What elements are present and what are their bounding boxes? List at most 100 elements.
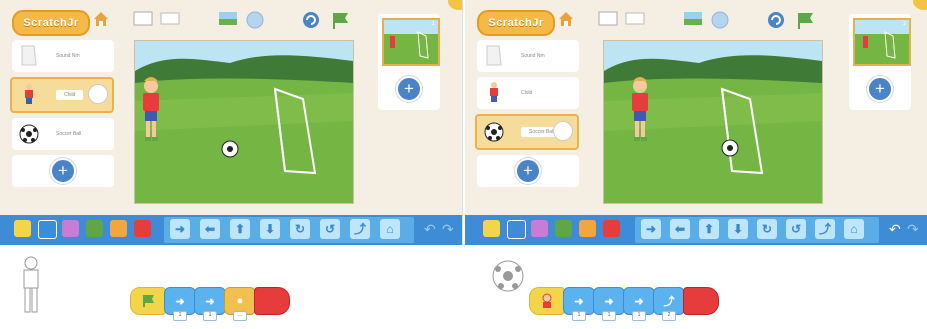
green-flag-icon[interactable] bbox=[330, 11, 350, 29]
motion-category[interactable] bbox=[507, 220, 526, 239]
sprite-item-child[interactable]: Child bbox=[477, 77, 579, 109]
end-category[interactable] bbox=[134, 220, 151, 237]
turn-right-block[interactable]: ↻ bbox=[757, 219, 777, 239]
soccer-ball bbox=[221, 140, 239, 158]
corner-tab[interactable] bbox=[913, 0, 927, 10]
stage[interactable] bbox=[134, 40, 354, 204]
move-right-block[interactable]: ➜ 1 bbox=[194, 287, 226, 321]
on-bump-block[interactable] bbox=[529, 287, 565, 315]
blank-sprite-icon bbox=[483, 45, 505, 67]
move-left-block[interactable]: ⬅ bbox=[200, 219, 220, 239]
move-left-block[interactable]: ⬅ bbox=[670, 219, 690, 239]
add-page-button[interactable]: + bbox=[396, 76, 422, 102]
grid-icon[interactable] bbox=[625, 11, 645, 26]
turn-left-block[interactable]: ↺ bbox=[786, 219, 806, 239]
end-category[interactable] bbox=[603, 220, 620, 237]
control-category[interactable] bbox=[110, 220, 127, 237]
stage[interactable] bbox=[603, 40, 823, 204]
editor-panel-right: ScratchJr Sound Nm Child Soccer Ball + 1… bbox=[465, 0, 927, 245]
sprite-item-blank[interactable]: Sound Nm bbox=[477, 40, 579, 72]
soccer-ball-icon bbox=[483, 121, 505, 143]
undo-icon[interactable]: ↶ bbox=[889, 221, 901, 238]
script-area-left: ➜ 1 ➜ 1 ●… bbox=[0, 245, 462, 329]
hop-block[interactable]: ⤴ 2 bbox=[653, 287, 685, 321]
page-list: 1 + bbox=[849, 14, 911, 110]
corner-tab[interactable] bbox=[448, 0, 462, 10]
hop-block[interactable]: ⤴ bbox=[350, 219, 370, 239]
editor-panel-left: ScratchJr Sound Nm Child Soccer Ball + 1… bbox=[0, 0, 463, 245]
go-home-block[interactable]: ⌂ bbox=[380, 219, 400, 239]
reset-icon[interactable] bbox=[246, 11, 266, 29]
home-icon[interactable] bbox=[557, 10, 575, 28]
move-right-block[interactable]: ➜ 1 bbox=[563, 287, 595, 321]
move-up-block[interactable]: ⬆ bbox=[699, 219, 719, 239]
soccer-ball bbox=[721, 139, 739, 157]
sound-category[interactable] bbox=[86, 220, 103, 237]
script-left[interactable]: ➜ 1 ➜ 1 ●… bbox=[130, 287, 290, 321]
control-category[interactable] bbox=[579, 220, 596, 237]
sprite-item-ball[interactable]: Soccer Ball bbox=[475, 114, 579, 150]
sprite-item-child[interactable]: Child bbox=[10, 77, 114, 113]
blank-sprite-icon bbox=[18, 45, 40, 67]
sprite-name: Child bbox=[56, 90, 84, 100]
paint-brush-icon[interactable] bbox=[553, 121, 573, 141]
undo-icon[interactable]: ↶ bbox=[424, 221, 436, 238]
sprite-name: Sound Nm bbox=[521, 53, 545, 59]
sprite-list: Sound Nm Child Soccer Ball + bbox=[475, 40, 579, 187]
child-sprite-icon bbox=[18, 84, 40, 106]
go-home-block[interactable]: ⌂ bbox=[844, 219, 864, 239]
triggering-category[interactable] bbox=[483, 220, 500, 237]
looks-category[interactable] bbox=[531, 220, 548, 237]
child-sprite-icon bbox=[483, 82, 505, 104]
move-right-block[interactable]: ➜ bbox=[170, 219, 190, 239]
green-flag-icon[interactable] bbox=[795, 11, 815, 29]
move-up-block[interactable]: ⬆ bbox=[230, 219, 250, 239]
reset-icon[interactable] bbox=[711, 11, 731, 29]
end-block[interactable] bbox=[254, 287, 290, 315]
motion-category[interactable] bbox=[38, 220, 57, 239]
page-thumbnail[interactable]: 1 bbox=[853, 18, 911, 66]
sprite-item-ball[interactable]: Soccer Ball bbox=[12, 118, 114, 150]
background-icon[interactable] bbox=[218, 11, 238, 26]
move-down-block[interactable]: ⬇ bbox=[260, 219, 280, 239]
fullscreen-icon[interactable] bbox=[133, 11, 153, 26]
reset-sprites-icon[interactable] bbox=[302, 11, 322, 28]
say-block[interactable]: ●… bbox=[224, 287, 256, 321]
reset-sprites-icon[interactable] bbox=[767, 11, 787, 28]
turn-right-block[interactable]: ↻ bbox=[290, 219, 310, 239]
script-area-right: ➜ 1 ➜ 1 ➜ 1 ⤴ 2 bbox=[465, 245, 927, 329]
add-sprite-button[interactable]: + bbox=[515, 158, 541, 184]
script-right[interactable]: ➜ 1 ➜ 1 ➜ 1 ⤴ 2 bbox=[529, 287, 719, 321]
fullscreen-icon[interactable] bbox=[598, 11, 618, 26]
hop-block[interactable]: ⤴ bbox=[815, 219, 835, 239]
looks-category[interactable] bbox=[62, 220, 79, 237]
move-right-block[interactable]: ➜ 1 bbox=[623, 287, 655, 321]
page-thumbnail[interactable]: 1 bbox=[382, 18, 440, 66]
sprite-item-blank[interactable]: Sound Nm bbox=[12, 40, 114, 72]
move-right-block[interactable]: ➜ 1 bbox=[593, 287, 625, 321]
redo-icon[interactable]: ↷ bbox=[442, 221, 454, 238]
home-icon[interactable] bbox=[92, 10, 110, 28]
move-right-block[interactable]: ➜ bbox=[641, 219, 661, 239]
turn-left-block[interactable]: ↺ bbox=[320, 219, 340, 239]
grid-icon[interactable] bbox=[160, 11, 180, 26]
sprite-name: Soccer Ball bbox=[56, 131, 82, 137]
block-palette: ➜ ⬅ ⬆ ⬇ ↻ ↺ ⤴ ⌂ ↶ ↷ bbox=[465, 215, 927, 245]
green-flag-block[interactable] bbox=[130, 287, 166, 315]
redo-icon[interactable]: ↷ bbox=[907, 221, 919, 238]
add-sprite-area: + bbox=[12, 155, 114, 187]
soccer-ball-icon bbox=[491, 259, 525, 298]
triggering-category[interactable] bbox=[14, 220, 31, 237]
background-icon[interactable] bbox=[683, 11, 703, 26]
end-block[interactable] bbox=[683, 287, 719, 315]
move-down-block[interactable]: ⬇ bbox=[728, 219, 748, 239]
sound-category[interactable] bbox=[555, 220, 572, 237]
add-sprite-area: + bbox=[477, 155, 579, 187]
soccer-ball-icon bbox=[18, 123, 40, 145]
add-sprite-button[interactable]: + bbox=[50, 158, 76, 184]
move-right-block[interactable]: ➜ 1 bbox=[164, 287, 196, 321]
scratchjr-logo: ScratchJr bbox=[477, 10, 555, 36]
add-page-button[interactable]: + bbox=[867, 76, 893, 102]
page-number: 1 bbox=[902, 21, 906, 27]
paint-brush-icon[interactable] bbox=[88, 84, 108, 104]
